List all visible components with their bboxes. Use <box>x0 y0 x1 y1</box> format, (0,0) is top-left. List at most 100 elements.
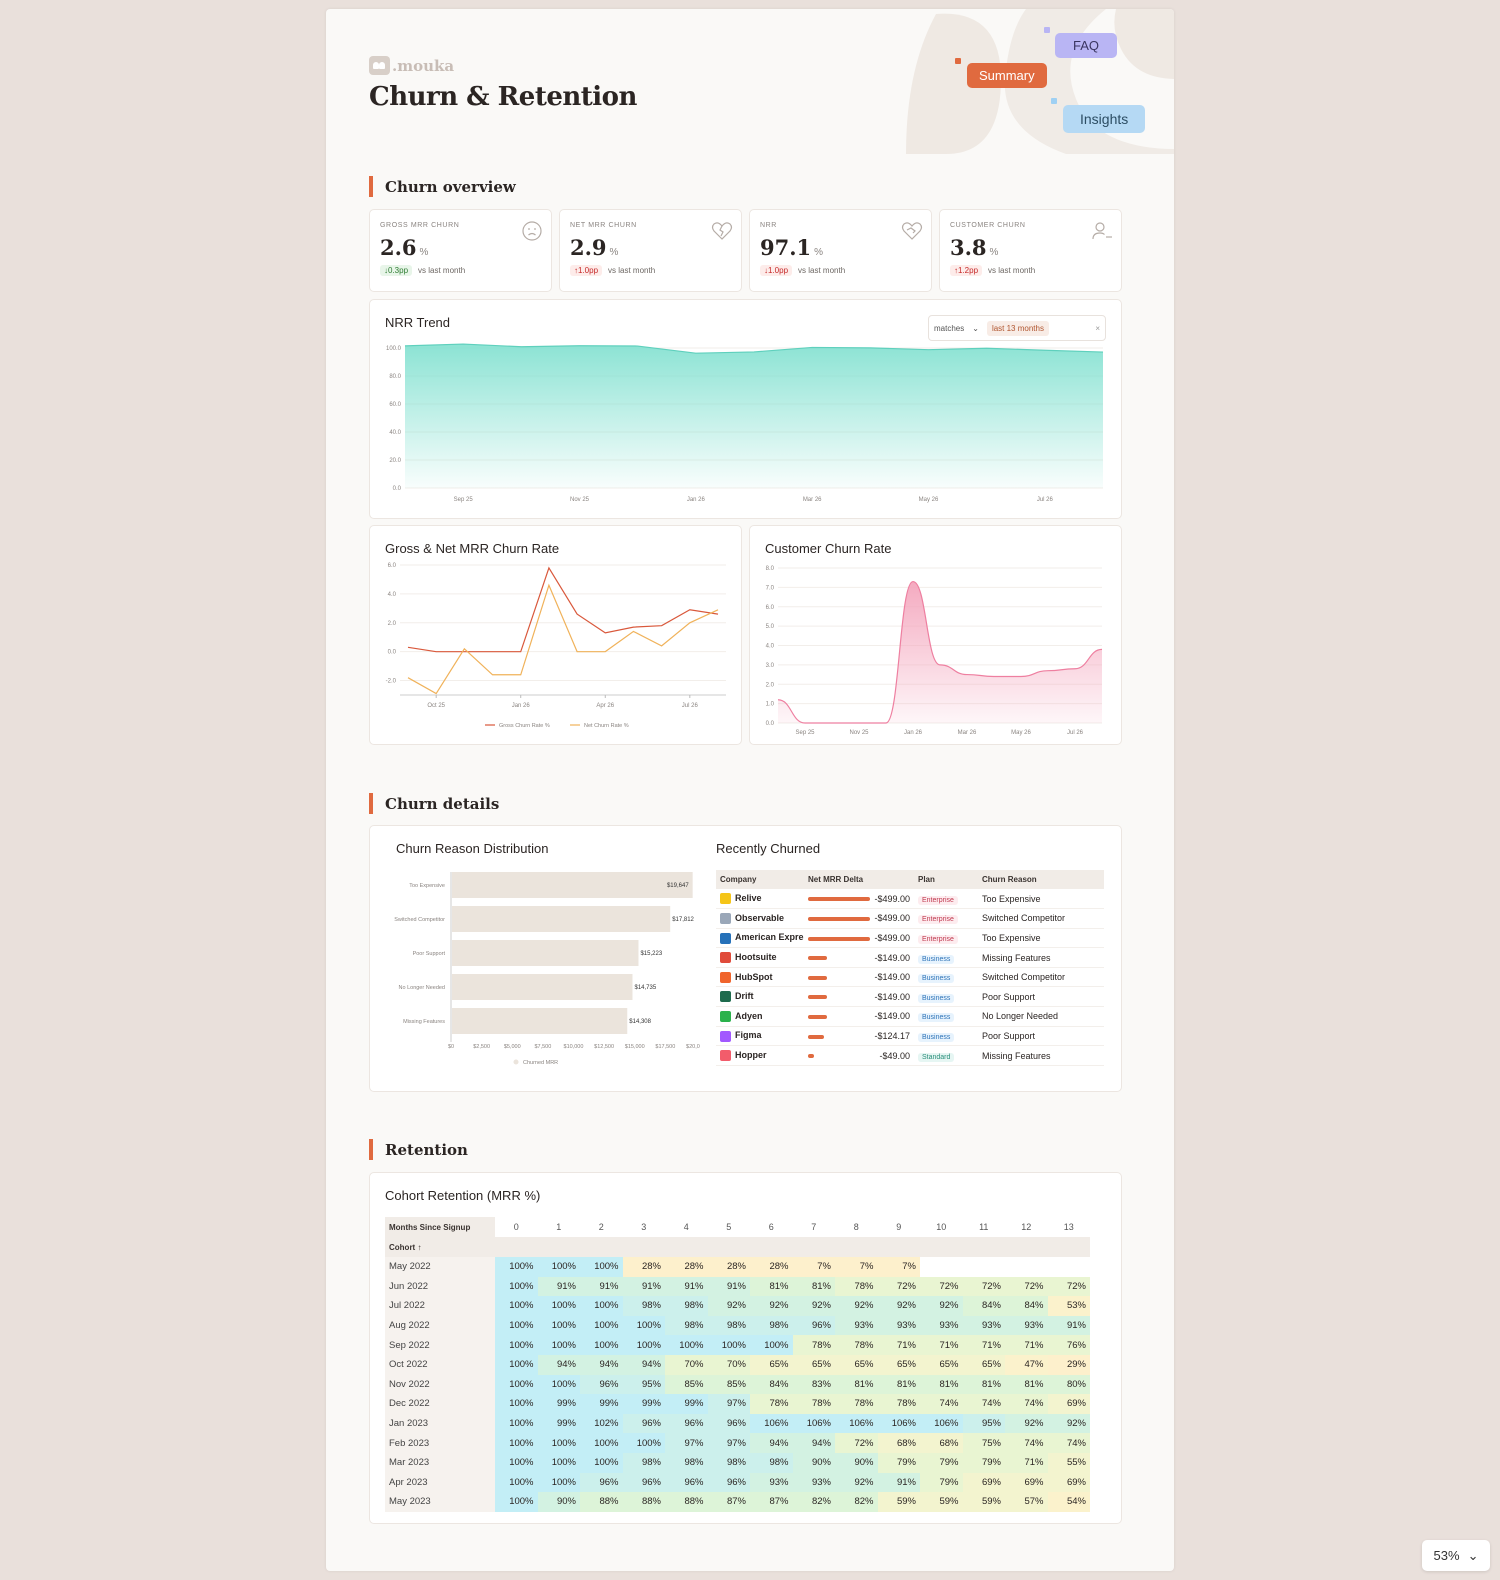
cohort-subheader-cell <box>537 1237 580 1257</box>
kpi-label: CUSTOMER CHURN <box>950 222 1026 229</box>
delta-bar <box>808 1054 815 1059</box>
cohort-subheader-cell <box>750 1237 793 1257</box>
section-title: Retention <box>385 1140 468 1159</box>
series-line-1 <box>407 583 719 695</box>
retention-cell: 29% <box>1047 1354 1090 1375</box>
x-tick-label: Sep 25 <box>454 497 474 503</box>
retention-cell: 93% <box>1005 1315 1048 1336</box>
table-row[interactable]: Relive -$499.00 Enterprise Too Expensive <box>716 889 1104 910</box>
retention-cell: 69% <box>1047 1472 1090 1493</box>
company-logo-icon <box>720 991 731 1003</box>
table-row[interactable]: Adyen -$149.00 Business No Longer Needed <box>716 1006 1104 1027</box>
plan-badge: Business <box>918 993 955 1003</box>
filter-operator[interactable]: matches <box>934 324 964 333</box>
col-plan[interactable]: Plan <box>914 870 978 889</box>
kpi-card-net-mrr-churn: NET MRR CHURN 2.9% ↑1.0pp vs last month <box>559 209 742 292</box>
cohort-subheader-cell <box>920 1237 963 1257</box>
retention-cell: 91% <box>877 1472 920 1493</box>
delta-value: -$49.00 <box>879 1050 910 1061</box>
logo-icon <box>369 56 390 75</box>
retention-cell: 97% <box>665 1433 708 1453</box>
month-header: 11 <box>962 1217 1005 1237</box>
retention-cell: 68% <box>877 1433 920 1453</box>
x-tick-label: Sep 25 <box>795 730 815 736</box>
cohort-label: Oct 2022 <box>385 1354 495 1375</box>
retention-cell: 100% <box>537 1335 580 1355</box>
retention-cell: 82% <box>835 1492 878 1512</box>
reason-cell: Switched Competitor <box>978 908 1104 929</box>
y-tick-label: 7.0 <box>766 585 775 591</box>
company-name: Relive <box>735 892 762 903</box>
table-title: Recently Churned <box>716 841 821 856</box>
retention-cell: 102% <box>580 1413 623 1434</box>
table-row[interactable]: Hootsuite -$149.00 Business Missing Feature… <box>716 947 1104 968</box>
cohort-subheader-cell <box>1047 1237 1090 1257</box>
cohort-retention-card: Cohort Retention (MRR %) Months Since Si… <box>369 1172 1122 1524</box>
retention-cell: 72% <box>920 1276 963 1297</box>
retention-cell: 100% <box>537 1472 580 1493</box>
retention-cell: 96% <box>665 1413 708 1434</box>
col-company[interactable]: Company <box>716 870 804 889</box>
y-tick-label: 5.0 <box>766 624 775 630</box>
table-row[interactable]: American Express -$499.00 Enterprise Too Ex… <box>716 928 1104 949</box>
delta-cell: -$124.17 <box>804 1026 914 1047</box>
delta-value: -$149.00 <box>874 1011 910 1022</box>
cohort-label: Dec 2022 <box>385 1394 495 1414</box>
insights-dot <box>1051 98 1057 104</box>
company-cell: Hopper <box>716 1045 804 1066</box>
plan-cell: Enterprise <box>914 889 978 910</box>
retention-cell: 78% <box>835 1276 878 1297</box>
section-retention: Retention <box>369 1139 468 1160</box>
faq-link[interactable]: FAQ <box>1055 33 1118 58</box>
cohort-label: Jan 2023 <box>385 1413 495 1434</box>
plan-cell: Business <box>914 967 978 988</box>
retention-cell: 81% <box>920 1374 963 1395</box>
recently-churned-table-scroll[interactable]: Company Net MRR Delta Plan Churn Reason … <box>716 870 1104 1071</box>
kpi-delta: ↑1.2pp vs last month <box>950 265 1035 276</box>
chart-title: Churn Reason Distribution <box>396 841 549 856</box>
delta-value: -$124.17 <box>874 1030 910 1041</box>
retention-cell: 91% <box>580 1276 623 1297</box>
table-row[interactable]: Drift -$149.00 Business Poor Support <box>716 986 1104 1008</box>
retention-cell: 100% <box>537 1374 580 1395</box>
retention-cell: 57% <box>1005 1492 1048 1512</box>
table-row[interactable]: Hopper -$49.00 Standard Missing Features <box>716 1045 1104 1066</box>
kpi-value: 3.8% <box>950 235 999 260</box>
month-header: 12 <box>1005 1217 1048 1237</box>
retention-cell: 72% <box>1047 1276 1090 1297</box>
retention-cell: 85% <box>665 1374 708 1395</box>
cohort-sort-header[interactable]: Cohort ↑ <box>385 1237 495 1257</box>
retention-cell: 82% <box>792 1492 835 1512</box>
retention-cell: 92% <box>920 1296 963 1316</box>
retention-cell: 94% <box>537 1354 580 1375</box>
user-minus-icon <box>1092 222 1112 240</box>
x-tick-label: $12,500 <box>594 1044 614 1050</box>
table-row[interactable]: Figma -$124.17 Business Poor Support <box>716 1026 1104 1047</box>
clear-filter-icon[interactable]: × <box>1095 324 1100 333</box>
cohort-row: Jun 2022 100% 91% 91% 91% 91% 91% 81% 81% 78% 72% 7… <box>385 1276 1090 1297</box>
delta-bar <box>808 975 827 980</box>
x-tick-label: Oct 25 <box>427 703 445 709</box>
summary-link[interactable]: Summary <box>967 63 1047 88</box>
company-logo-icon <box>720 971 731 983</box>
zoom-selector[interactable]: 53% ⌄ <box>1422 1540 1490 1571</box>
filter-value-tag[interactable]: last 13 months <box>986 320 1049 336</box>
y-tick-label: -2.0 <box>386 679 397 685</box>
retention-cell: 100% <box>580 1257 623 1277</box>
y-tick-label: 80.0 <box>389 374 401 380</box>
retention-cell: 71% <box>877 1335 920 1355</box>
plan-cell: Business <box>914 947 978 968</box>
kpi-card-gross-mrr-churn: GROSS MRR CHURN 2.6% ↓0.3pp vs last month <box>369 209 552 292</box>
insights-link[interactable]: Insights <box>1063 105 1146 133</box>
reason-cell: Missing Features <box>978 947 1104 968</box>
retention-cell: 96% <box>707 1413 750 1434</box>
legend-label: Gross Churn Rate % <box>499 723 550 729</box>
retention-cell: 47% <box>1005 1354 1048 1375</box>
table-row[interactable]: HubSpot -$149.00 Business Switched Competit… <box>716 967 1104 988</box>
delta-bar <box>808 897 870 902</box>
col-churn-reason[interactable]: Churn Reason <box>978 870 1104 889</box>
cohort-table-scroll[interactable]: Months Since Signup 0 1 2 3 4 5 6 7 8 9 10 11 12 13 Co… <box>385 1217 1090 1512</box>
col-net-mrr-delta[interactable]: Net MRR Delta <box>804 870 914 889</box>
company-cell: American Express <box>716 928 804 949</box>
table-row[interactable]: Observable -$499.00 Enterprise Switched Com… <box>716 908 1104 929</box>
